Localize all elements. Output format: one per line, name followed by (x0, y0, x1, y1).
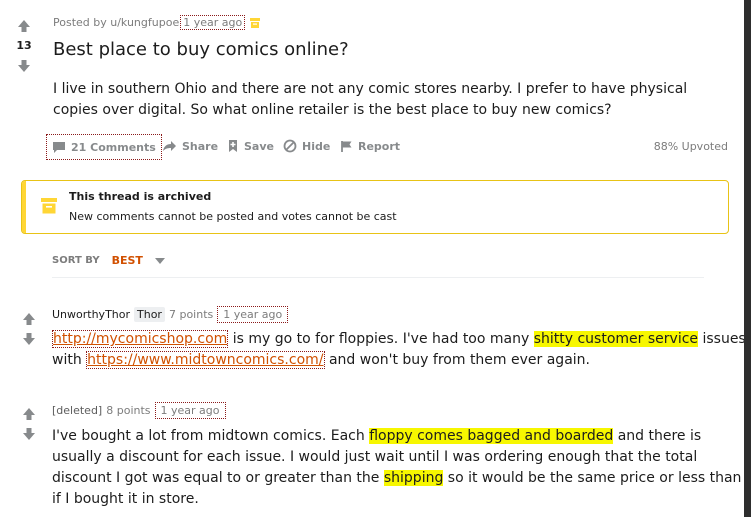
report-icon (341, 140, 352, 152)
archived-stripe (22, 181, 26, 233)
comment-text: is my go to for floppies. I've had too m… (228, 331, 534, 347)
comment-icon (53, 141, 65, 153)
archived-message: New comments cannot be posted and votes … (69, 210, 397, 223)
comment-points: 7 points (168, 308, 214, 321)
archive-icon (41, 198, 57, 214)
downvote-icon[interactable] (22, 427, 36, 441)
comment-body: http://mycomicshop.com is my go to for f… (52, 329, 744, 371)
hide-button[interactable]: Hide (283, 135, 330, 157)
post-card: 13 Posted by u/kungfupoe 1 year ago Best… (0, 0, 744, 517)
share-icon (163, 141, 176, 151)
upvoted-ratio: 88% Upvoted (653, 140, 728, 153)
hide-label: Hide (302, 139, 331, 153)
comment-text: so it would be the same price or less th… (443, 470, 742, 486)
save-label: Save (244, 139, 274, 153)
post-meta: Posted by u/kungfupoe 1 year ago (53, 15, 261, 30)
post-title[interactable]: Best place to buy comics online? (53, 39, 349, 60)
comment-author[interactable]: UnworthyThor (52, 308, 130, 321)
report-button[interactable]: Report (340, 135, 400, 157)
comment-text: with (52, 352, 87, 368)
comment-body: I've bought a lot from midtown comics. E… (52, 426, 741, 510)
chevron-down-icon[interactable] (154, 257, 165, 264)
comment-link[interactable]: http://mycomicshop.com (52, 330, 229, 348)
divider (52, 277, 704, 278)
post-body: I live in southern Ohio and there are no… (53, 81, 688, 118)
user-flair: Thor (134, 307, 165, 322)
comment-meta: [deleted] 8 points 1 year ago (52, 402, 226, 419)
downvote-icon[interactable] (22, 332, 36, 346)
comment-text: issues (698, 331, 744, 347)
share-label: Share (182, 139, 219, 153)
comment-meta: UnworthyThor Thor 7 points 1 year ago (52, 306, 289, 323)
highlight: floppy comes bagged and boarded (369, 428, 614, 444)
hide-icon (283, 139, 297, 153)
comment-text: discount I got was equal to or greater t… (52, 470, 384, 486)
archived-title: This thread is archived (69, 190, 212, 203)
save-icon (229, 140, 237, 152)
comment-text: and won't buy from them ever again. (324, 352, 590, 368)
upvote-icon[interactable] (22, 312, 36, 326)
comment-age[interactable]: 1 year ago (154, 402, 226, 419)
highlight: shipping (383, 470, 444, 486)
comment-text: and there is (613, 428, 702, 444)
sort-control: SORT BY BEST (52, 254, 165, 267)
report-label: Report (358, 139, 401, 153)
comment-age[interactable]: 1 year ago (217, 306, 289, 323)
comments-label: 21 Comments (71, 140, 156, 154)
posted-by[interactable]: Posted by u/kungfupoe (53, 16, 179, 29)
comment-text: usually a discount for each issue. I wou… (52, 449, 698, 465)
share-button[interactable]: Share (162, 135, 218, 157)
comment-points: 8 points (106, 404, 151, 417)
upvote-icon[interactable] (22, 407, 36, 421)
downvote-icon[interactable] (17, 59, 31, 73)
save-button[interactable]: Save (227, 135, 274, 157)
sort-label: SORT BY (52, 255, 100, 266)
comment-text: if I bought it in store. (52, 491, 199, 507)
comment-text: I've bought a lot from midtown comics. E… (52, 428, 370, 444)
comment-link[interactable]: https://www.midtowncomics.com/ (86, 351, 325, 369)
sort-dropdown[interactable]: BEST (112, 254, 143, 267)
archived-notice: This thread is archived New comments can… (21, 180, 729, 234)
highlight: shitty customer service (533, 331, 699, 347)
upvote-icon[interactable] (17, 19, 31, 33)
archive-icon (250, 17, 261, 28)
post-score: 13 (16, 39, 32, 52)
comment-author: [deleted] (52, 404, 103, 417)
comments-button[interactable]: 21 Comments (46, 134, 162, 160)
post-age[interactable]: 1 year ago (180, 15, 246, 30)
